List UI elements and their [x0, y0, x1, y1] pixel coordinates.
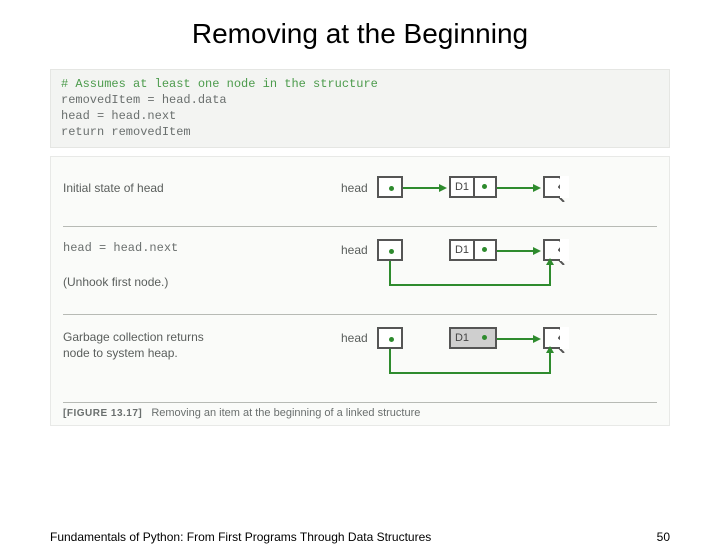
row1-head-label: head	[341, 181, 368, 195]
arrow-icon	[403, 187, 447, 193]
row2-torn-node	[543, 239, 569, 261]
arrow-icon	[497, 187, 541, 193]
row3-head-label: head	[341, 331, 368, 345]
node-label: D1	[451, 329, 475, 347]
node-pointer	[473, 178, 495, 196]
row3-torn-node	[543, 327, 569, 349]
figure-caption-text: Removing an item at the beginning of a l…	[151, 407, 420, 419]
row2-code: head = head.next	[63, 241, 178, 255]
node-label: D1	[451, 241, 475, 259]
node-pointer	[473, 329, 495, 347]
row1-node-d1: D1	[449, 176, 497, 198]
row3-node-d1: D1	[449, 327, 497, 349]
diagram: Initial state of head head D1 head = hea…	[50, 156, 670, 426]
footer: Fundamentals of Python: From First Progr…	[50, 530, 670, 544]
arrow-icon	[497, 250, 541, 256]
row3-head-box	[377, 327, 403, 349]
code-block: # Assumes at least one node in the struc…	[50, 69, 670, 148]
code-line-3: return removedItem	[61, 124, 659, 140]
code-line-1: removedItem = head.data	[61, 92, 659, 108]
row2-head-box	[377, 239, 403, 261]
node-label: D1	[451, 178, 475, 196]
footer-page-number: 50	[657, 530, 670, 544]
arrow-path-icon	[390, 349, 570, 389]
code-comment: # Assumes at least one node in the struc…	[61, 76, 659, 92]
diagram-row-1: Initial state of head head D1	[63, 167, 657, 227]
diagram-row-2: head = head.next (Unhook first node.) he…	[63, 227, 657, 315]
row2-note: (Unhook first node.)	[63, 275, 168, 289]
arrow-icon	[497, 338, 541, 344]
row1-head-box	[377, 176, 403, 198]
code-line-2: head = head.next	[61, 108, 659, 124]
footer-book-title: Fundamentals of Python: From First Progr…	[50, 530, 431, 544]
row2-head-label: head	[341, 243, 368, 257]
row2-node-d1: D1	[449, 239, 497, 261]
page-title: Removing at the Beginning	[0, 18, 720, 50]
figure-number: [FIGURE 13.17]	[63, 408, 142, 419]
node-pointer	[473, 241, 495, 259]
row3-desc: Garbage collection returns node to syste…	[63, 329, 233, 361]
row1-torn-node	[543, 176, 569, 198]
arrow-path-icon	[390, 261, 570, 301]
diagram-row-3: Garbage collection returns node to syste…	[63, 315, 657, 403]
row1-desc: Initial state of head	[63, 181, 164, 195]
figure-caption: [FIGURE 13.17] Removing an item at the b…	[63, 407, 657, 419]
